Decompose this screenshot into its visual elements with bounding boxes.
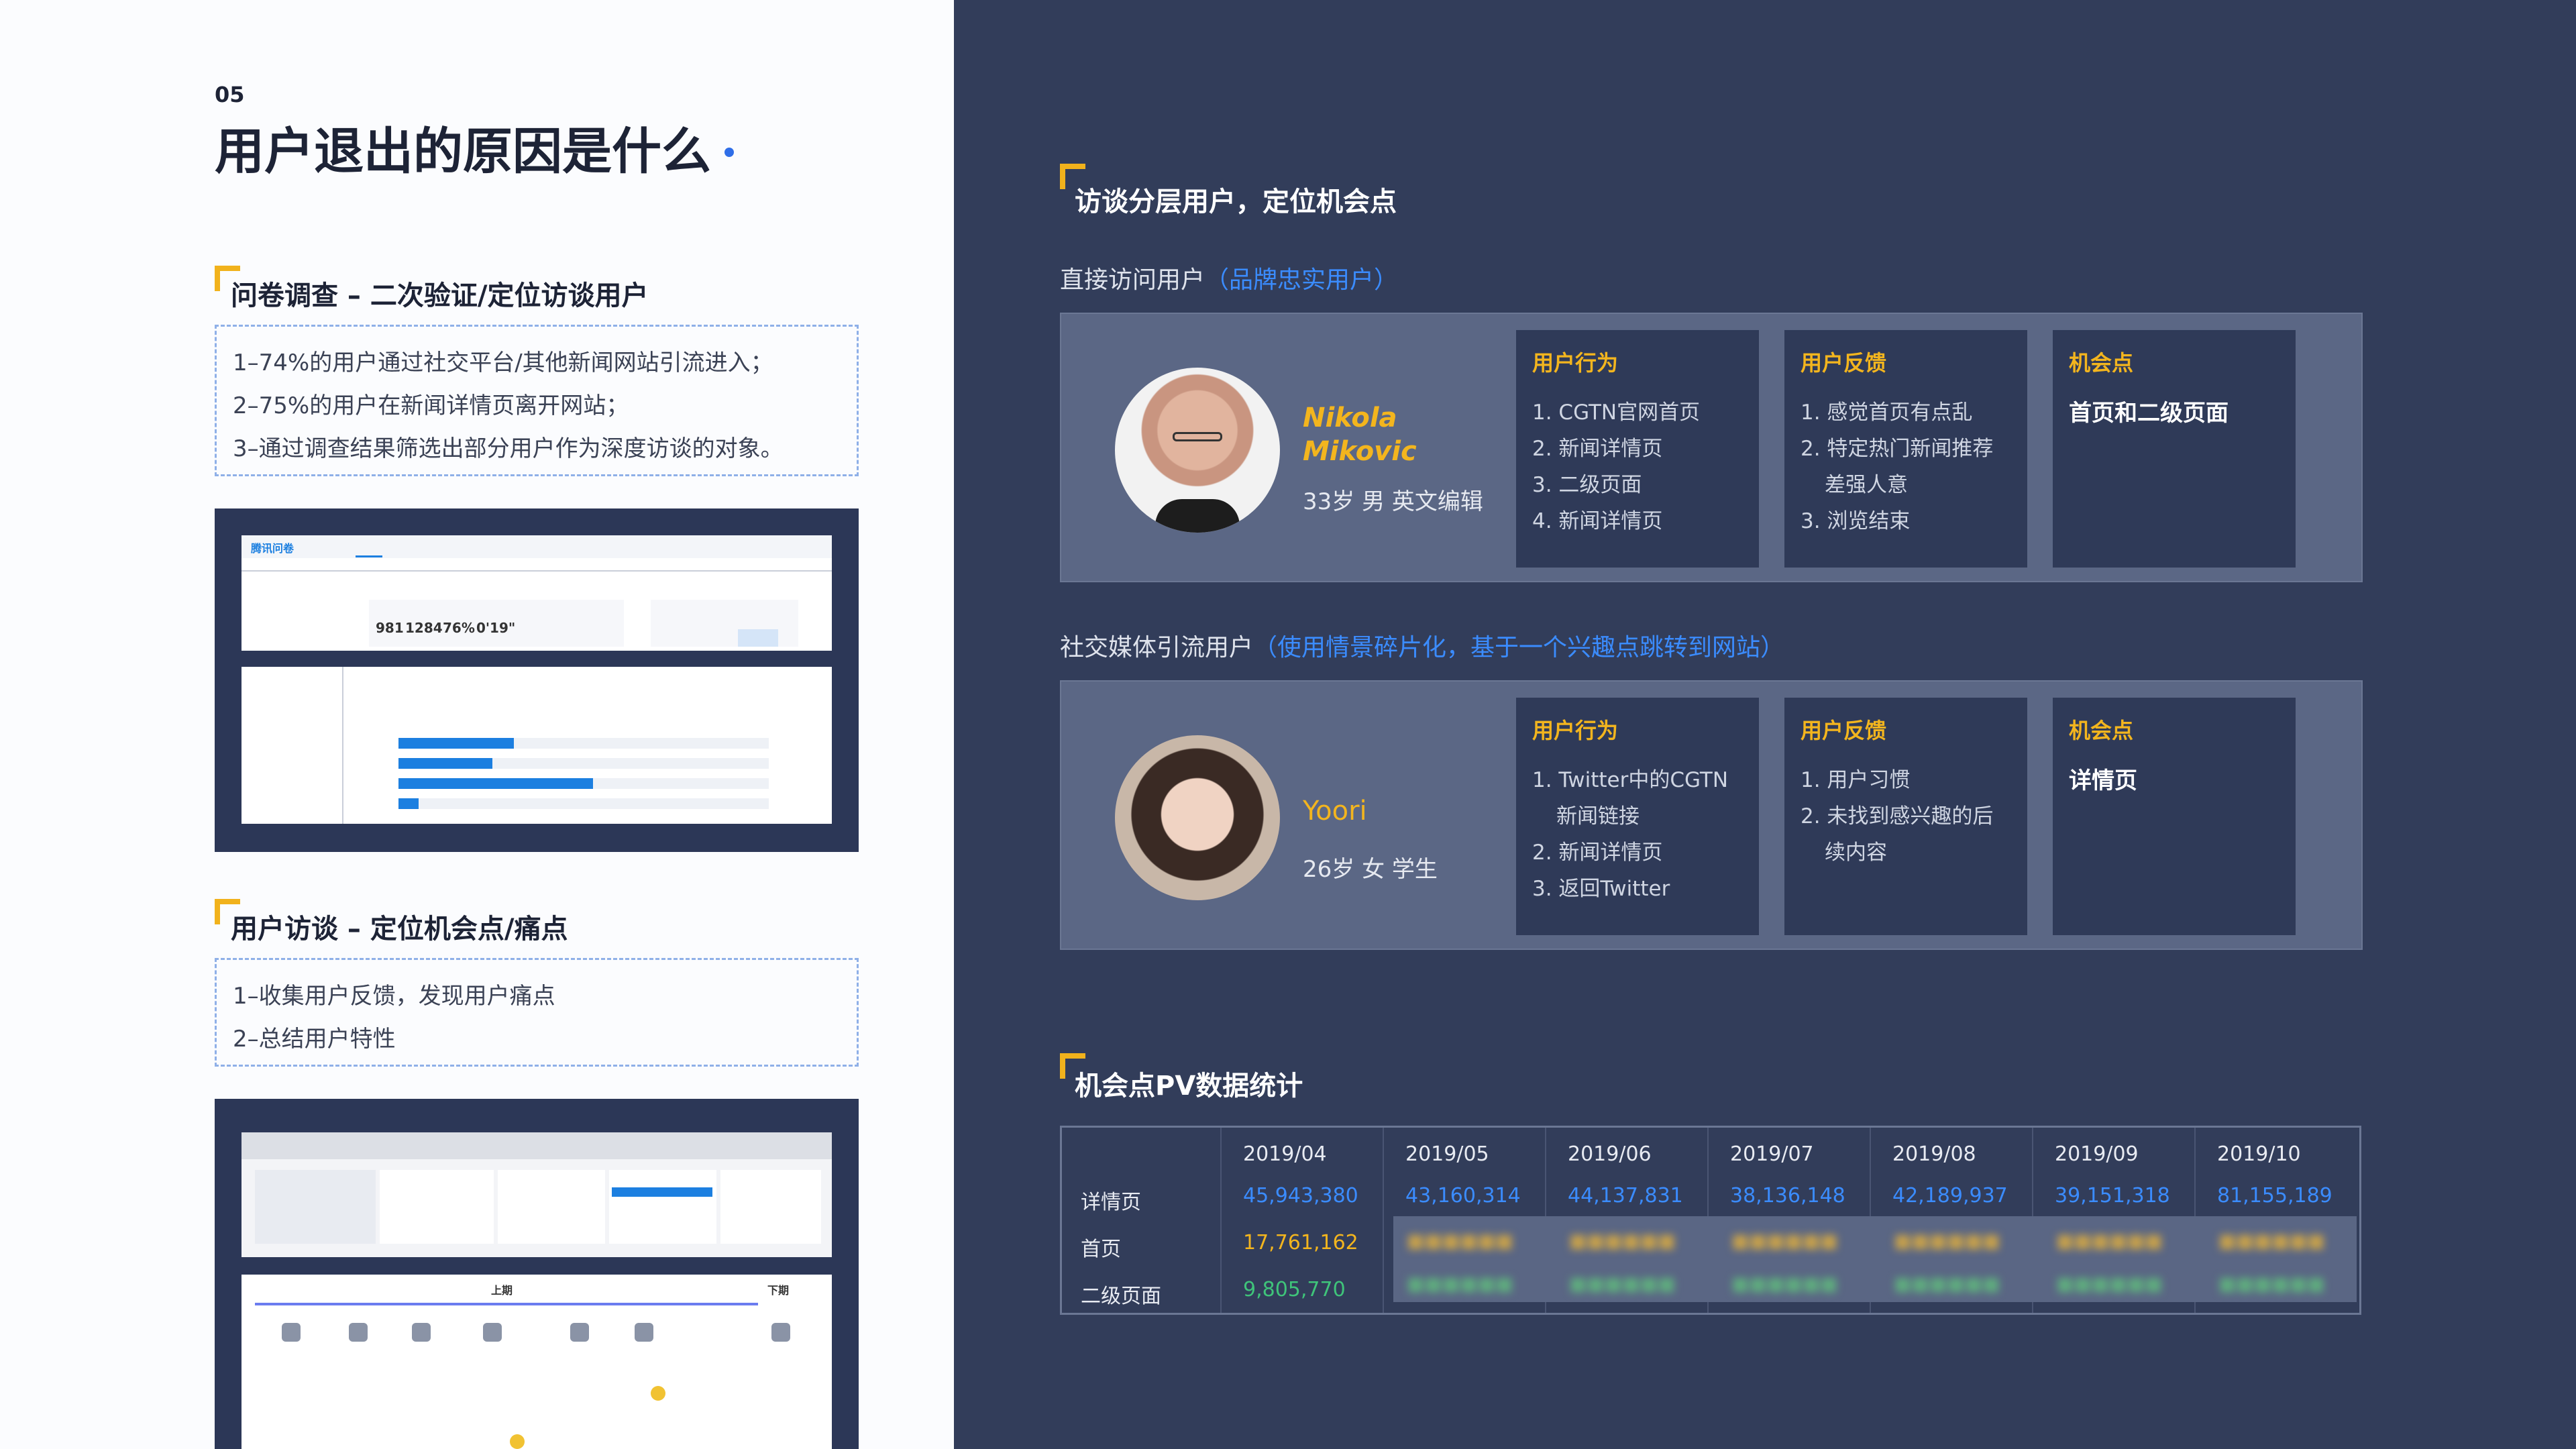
row-label: 首页 xyxy=(1081,1238,1121,1261)
behavior-item: 4. 新闻详情页 xyxy=(1532,509,1663,533)
section-interview-title: 访谈分层用户，定位机会点 xyxy=(1075,186,1397,217)
feedback-item: 3. 浏览结束 xyxy=(1801,509,1911,533)
survey-item: 3–通过调查结果筛选出部分用户作为深度访谈的对象。 xyxy=(233,435,784,462)
interview-screenshot: 上期 下期 xyxy=(215,1099,859,1449)
opportunity-title: 机会点 xyxy=(2069,350,2134,376)
behavior-item: 3. 二级页面 xyxy=(1532,473,1642,497)
behavior-card: 用户行为 1. Twitter中的CGTN新闻链接 2. 新闻详情页 3. 返回… xyxy=(1516,698,1759,935)
feedback-item: 1. 用户习惯 xyxy=(1801,768,1911,792)
direct-user-panel: Nikola Mikovic 33岁 男 英文编辑 用户行为 1. CGTN官网… xyxy=(1060,313,2363,582)
feedback-title: 用户反馈 xyxy=(1801,350,1887,376)
behavior-item: 1. Twitter中的CGTN新闻链接 xyxy=(1532,768,1729,828)
mock-app-name: 腾讯问卷 xyxy=(251,542,294,555)
mock-col-label: 下期 xyxy=(767,1284,790,1297)
behavior-title: 用户行为 xyxy=(1532,350,1619,376)
opportunity-card: 机会点 首页和二级页面 xyxy=(2053,330,2296,568)
row-label: 详情页 xyxy=(1081,1191,1141,1214)
row-label: 二级页面 xyxy=(1081,1285,1161,1308)
direct-users-label: 直接访问用户（品牌忠实用户） xyxy=(1060,266,1399,294)
survey-screenshot: 腾讯问卷 981 1284 76% 0'19" xyxy=(215,508,859,852)
table-cell: 43,160,314 xyxy=(1405,1184,1521,1208)
interview-heading: 用户访谈 – 定位机会点/痛点 xyxy=(231,914,568,945)
survey-heading: 问卷调查 – 二次验证/定位访谈用户 xyxy=(231,280,649,311)
behavior-card: 用户行为 1. CGTN官网首页 2. 新闻详情页 3. 二级页面 4. 新闻详… xyxy=(1516,330,1759,568)
table-header: 2019/07 xyxy=(1730,1142,1814,1166)
pv-table: 2019/04 2019/05 2019/06 2019/07 2019/08 … xyxy=(1060,1126,2361,1315)
person-info: 26岁 女 学生 xyxy=(1303,856,1438,883)
social-user-panel: Yoori 26岁 女 学生 用户行为 1. Twitter中的CGTN新闻链接… xyxy=(1060,680,2363,950)
opportunity-title: 机会点 xyxy=(2069,718,2134,743)
avatar xyxy=(1115,368,1280,533)
mock-col-label: 上期 xyxy=(491,1284,513,1297)
behavior-title: 用户行为 xyxy=(1532,718,1619,743)
table-header: 2019/06 xyxy=(1568,1142,1652,1166)
survey-item: 1–74%的用户通过社交平台/其他新闻网站引流进入； xyxy=(233,350,773,376)
direct-users-note: （品牌忠实用户） xyxy=(1205,266,1399,294)
survey-mock-top: 腾讯问卷 981 1284 76% 0'19" xyxy=(241,535,832,651)
table-cell: 45,943,380 xyxy=(1243,1184,1358,1208)
interview-mock-bottom: 上期 下期 xyxy=(241,1275,832,1449)
table-header: 2019/08 xyxy=(1892,1142,1976,1166)
behavior-item: 2. 新闻详情页 xyxy=(1532,841,1663,865)
opportunity-card: 机会点 详情页 xyxy=(2053,698,2296,935)
table-header: 2019/09 xyxy=(2055,1142,2139,1166)
feedback-title: 用户反馈 xyxy=(1801,718,1887,743)
table-cell: 17,761,162 xyxy=(1243,1231,1358,1254)
survey-mock-bottom xyxy=(241,667,832,824)
interview-mock-top xyxy=(241,1132,832,1257)
interview-item: 1–收集用户反馈，发现用户痛点 xyxy=(233,983,555,1010)
table-header: 2019/04 xyxy=(1243,1142,1327,1166)
survey-box: 1–74%的用户通过社交平台/其他新闻网站引流进入； 2–75%的用户在新闻详情… xyxy=(215,325,859,476)
feedback-card: 用户反馈 1. 感觉首页有点乱 2. 特定热门新闻推荐差强人意 3. 浏览结束 xyxy=(1784,330,2027,568)
table-header: 2019/05 xyxy=(1405,1142,1489,1166)
table-cell: 38,136,148 xyxy=(1730,1184,1845,1208)
person-info: 33岁 男 英文编辑 xyxy=(1303,488,1483,515)
table-cell: 9,805,770 xyxy=(1243,1278,1346,1301)
slide-number: 05 xyxy=(215,82,245,107)
table-cell: 44,137,831 xyxy=(1568,1184,1683,1208)
mock-stat: 981 xyxy=(376,620,404,636)
social-users-note: （使用情景碎片化，基于一个兴趣点跳转到网站） xyxy=(1253,634,1785,661)
feedback-card: 用户反馈 1. 用户习惯 2. 未找到感兴趣的后续内容 xyxy=(1784,698,2027,935)
social-users-label: 社交媒体引流用户（使用情景碎片化，基于一个兴趣点跳转到网站） xyxy=(1060,634,1785,661)
blurred-data-area: ■■■■■■ ■■■■■■ ■■■■■■ ■■■■■■ ■■■■■■ ■■■■■… xyxy=(1393,1216,2357,1302)
survey-item: 2–75%的用户在新闻详情页离开网站； xyxy=(233,392,629,419)
table-header: 2019/10 xyxy=(2217,1142,2301,1166)
feedback-item: 2. 特定热门新闻推荐差强人意 xyxy=(1801,437,1994,497)
left-panel: 05 用户退出的原因是什么 问卷调查 – 二次验证/定位访谈用户 1–74%的用… xyxy=(0,0,954,1449)
table-cell: 81,155,189 xyxy=(2217,1184,2332,1208)
table-cell: 42,189,937 xyxy=(1892,1184,2008,1208)
page-title: 用户退出的原因是什么 xyxy=(215,123,711,180)
person-name: Nikola Mikovic xyxy=(1303,402,1417,467)
mock-stat: 0'19" xyxy=(476,620,516,636)
behavior-item: 1. CGTN官网首页 xyxy=(1532,400,1701,425)
section-pv-title: 机会点PV数据统计 xyxy=(1075,1071,1303,1102)
person-name: Yoori xyxy=(1303,796,1367,826)
behavior-item: 2. 新闻详情页 xyxy=(1532,437,1663,461)
avatar xyxy=(1115,735,1280,900)
feedback-item: 1. 感觉首页有点乱 xyxy=(1801,400,1973,425)
behavior-item: 3. 返回Twitter xyxy=(1532,877,1670,901)
interview-item: 2–总结用户特性 xyxy=(233,1026,396,1053)
feedback-item: 2. 未找到感兴趣的后续内容 xyxy=(1801,804,1994,865)
title-dot-icon xyxy=(724,148,734,157)
mock-stat: 76% xyxy=(443,620,475,636)
opportunity-value: 详情页 xyxy=(2069,767,2137,794)
opportunity-value: 首页和二级页面 xyxy=(2069,400,2229,427)
mock-stat: 1284 xyxy=(405,620,443,636)
table-cell: 39,151,318 xyxy=(2055,1184,2170,1208)
interview-box: 1–收集用户反馈，发现用户痛点 2–总结用户特性 xyxy=(215,958,859,1067)
